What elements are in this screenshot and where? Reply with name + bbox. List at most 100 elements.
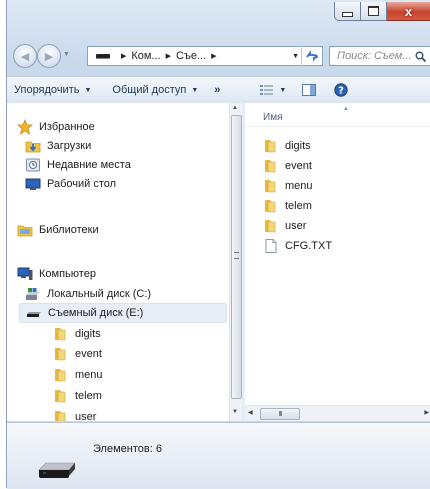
file-name: digits <box>285 139 311 152</box>
tree-folder-menu[interactable]: menu <box>53 365 103 385</box>
file-row-event[interactable]: event <box>263 156 312 175</box>
maximize-icon <box>368 6 379 16</box>
file-row-telem[interactable]: telem <box>263 196 312 215</box>
navigation-pane-scrollbar[interactable]: ▲ ▼ <box>229 103 242 421</box>
scroll-down-icon[interactable]: ▼ <box>232 409 238 415</box>
address-bar[interactable]: ▶ Ком... ▶ Съе... ▶ ▼ <box>87 46 323 66</box>
more-label: » <box>214 84 221 96</box>
address-history-dropdown[interactable]: ▼ <box>292 53 299 60</box>
view-options-button[interactable]: ▼ <box>260 84 286 96</box>
share-button[interactable]: Общий доступ ▼ <box>112 84 198 96</box>
item-count: Элементов: 6 <box>93 443 162 455</box>
more-commands-button[interactable]: » <box>214 84 220 96</box>
svg-text:?: ? <box>338 86 344 97</box>
file-name: event <box>285 159 312 172</box>
chevron-down-icon: ▼ <box>279 86 287 94</box>
tree-label: Недавние места <box>47 159 131 171</box>
computer-icon <box>17 266 33 282</box>
file-row-digits[interactable]: digits <box>263 136 311 155</box>
scrollbar-thumb[interactable] <box>231 115 242 399</box>
breadcrumb-removable-disk[interactable]: Съе... <box>176 50 206 62</box>
tree-label: Компьютер <box>39 268 96 280</box>
tree-label: telem <box>75 390 102 402</box>
breadcrumb-separator-icon[interactable]: ▶ <box>121 52 126 60</box>
caption-buttons: x <box>334 2 430 21</box>
back-button[interactable]: ◀ <box>13 44 37 68</box>
tree-folder-telem[interactable]: telem <box>53 386 102 406</box>
refresh-button[interactable] <box>301 46 322 66</box>
breadcrumb-separator-icon[interactable]: ▶ <box>211 52 216 60</box>
folder-icon <box>53 346 69 362</box>
local-disk-icon <box>25 286 41 302</box>
organize-label: Упорядочить <box>14 84 80 96</box>
tree-label: event <box>75 348 102 360</box>
file-row-cfg-txt[interactable]: CFG.TXT <box>263 236 332 255</box>
recent-places-icon <box>25 157 41 173</box>
preview-pane-button[interactable] <box>302 84 317 96</box>
scroll-left-icon[interactable]: ◀ <box>248 409 253 416</box>
column-header-label: Имя <box>263 112 283 123</box>
removable-drive-icon <box>96 53 110 59</box>
breadcrumb-computer[interactable]: Ком... <box>131 50 160 62</box>
close-icon: x <box>404 3 413 19</box>
tree-favorites[interactable]: Избранное <box>17 117 95 137</box>
removable-disk-icon <box>26 305 42 321</box>
column-header-name[interactable]: Имя ▲ <box>245 103 430 127</box>
forward-button[interactable]: ▶ <box>37 44 61 68</box>
preview-pane-icon <box>302 84 317 96</box>
file-name: telem <box>285 199 312 212</box>
removable-drive-icon <box>37 457 77 481</box>
folder-icon <box>263 198 279 214</box>
tree-label: menu <box>75 369 103 381</box>
search-placeholder: Поиск: Съем... <box>337 50 412 62</box>
refresh-icon <box>306 50 318 62</box>
tree-item-desktop[interactable]: Рабочий стол <box>25 174 116 194</box>
tree-folder-event[interactable]: event <box>53 344 102 364</box>
close-button[interactable]: x <box>387 2 430 21</box>
share-label: Общий доступ <box>112 84 187 96</box>
folder-icon <box>53 388 69 404</box>
navigation-pane: Избранное Загрузки Недавние места Рабочи… <box>7 103 229 421</box>
sort-ascending-icon: ▲ <box>343 106 349 112</box>
tree-label: digits <box>75 328 101 340</box>
tree-libraries[interactable]: Библиотеки <box>17 220 99 240</box>
tree-item-recent-places[interactable]: Недавние места <box>25 155 131 175</box>
tree-label: Избранное <box>39 121 95 133</box>
file-name: user <box>285 219 307 232</box>
tree-item-downloads[interactable]: Загрузки <box>25 136 91 156</box>
details-pane: Элементов: 6 <box>7 422 430 489</box>
search-icon[interactable] <box>415 51 427 63</box>
minimize-button[interactable] <box>334 2 361 21</box>
maximize-button[interactable] <box>361 2 387 21</box>
file-row-user[interactable]: user <box>263 216 306 235</box>
breadcrumb-separator-icon[interactable]: ▶ <box>166 52 171 60</box>
star-icon <box>17 119 33 135</box>
scrollbar-grip-icon: III <box>278 410 283 418</box>
tree-label: Съемный диск (E:) <box>48 307 144 319</box>
explorer-window: x ◀ ▶ ▼ ▶ Ком... ▶ Съе... ▶ ▼ Поиск: Съе… <box>6 0 430 489</box>
folder-icon <box>263 138 279 154</box>
tree-label: user <box>75 411 97 421</box>
file-row-menu[interactable]: menu <box>263 176 313 195</box>
scroll-up-icon[interactable]: ▲ <box>232 105 238 111</box>
scroll-right-icon[interactable]: ▶ <box>424 409 429 416</box>
scrollbar-thumb[interactable]: III <box>260 408 300 420</box>
file-name: CFG.TXT <box>285 239 333 252</box>
folder-icon <box>263 178 279 194</box>
file-list-horizontal-scrollbar[interactable]: ◀ III ▶ <box>245 405 430 421</box>
tree-item-local-disk[interactable]: Локальный диск (C:) <box>25 284 151 304</box>
search-input[interactable]: Поиск: Съем... <box>329 46 430 66</box>
downloads-icon <box>25 138 41 154</box>
tree-label: Рабочий стол <box>47 178 117 190</box>
tree-folder-digits[interactable]: digits <box>53 324 101 344</box>
organize-button[interactable]: Упорядочить ▼ <box>14 84 91 96</box>
folder-icon <box>53 409 69 421</box>
tree-folder-user[interactable]: user <box>53 407 96 421</box>
tree-item-removable-disk[interactable]: Съемный диск (E:) <box>19 303 227 323</box>
tree-label: Библиотеки <box>39 224 99 236</box>
folder-icon <box>53 367 69 383</box>
tree-computer[interactable]: Компьютер <box>17 264 96 284</box>
help-button[interactable]: ? <box>334 83 349 97</box>
recent-pages-dropdown[interactable]: ▼ <box>63 51 70 58</box>
view-options-icon <box>260 85 274 95</box>
